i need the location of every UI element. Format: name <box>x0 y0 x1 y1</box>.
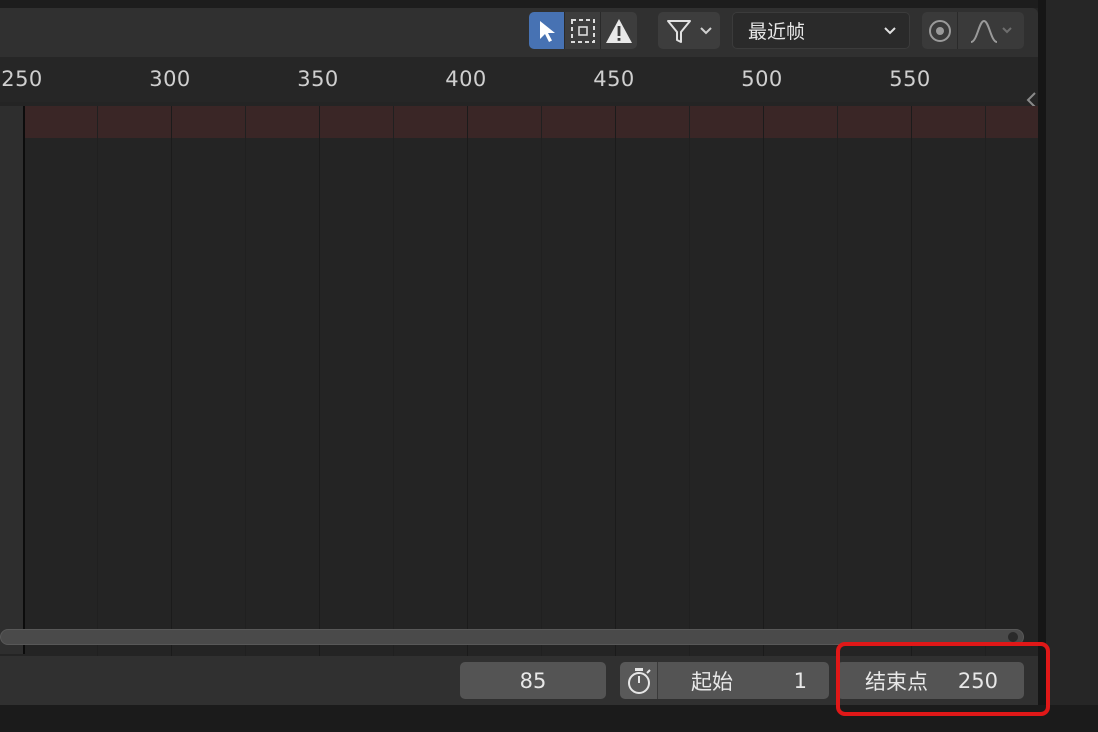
start-frame-value: 1 <box>793 668 807 693</box>
filter-icon <box>667 19 691 43</box>
start-frame-label: 起始 <box>691 669 733 694</box>
grid-line <box>245 106 246 656</box>
scrollbar-handle[interactable] <box>1008 632 1018 642</box>
ruler-tick-label: 500 <box>741 67 783 91</box>
box-select-icon <box>570 18 595 43</box>
chevron-down-icon <box>884 26 896 34</box>
grid-line <box>837 106 838 656</box>
select-arrow-icon <box>539 20 555 42</box>
ruler-tick-label: 300 <box>149 67 191 91</box>
preview-range-toggle[interactable] <box>620 662 657 699</box>
only-show-errors-button[interactable] <box>601 12 637 49</box>
proportional-circle-icon <box>928 19 951 42</box>
grid-line <box>467 106 468 656</box>
grid-line <box>393 106 394 656</box>
ruler-tick-label: 450 <box>593 67 635 91</box>
end-frame-line <box>23 106 25 654</box>
current-frame-field[interactable]: 85 <box>460 662 606 699</box>
proportional-editing-toggle[interactable] <box>922 12 958 49</box>
box-select-button[interactable] <box>565 12 601 49</box>
timeline-grid[interactable] <box>0 106 1038 656</box>
grid-line <box>615 106 616 656</box>
grid-line <box>171 106 172 656</box>
start-frame-field[interactable]: 起始 1 <box>657 662 829 699</box>
grid-line <box>319 106 320 656</box>
ruler-tick-label: 550 <box>889 67 931 91</box>
ruler-tick-label: 250 <box>1 67 43 91</box>
grid-line <box>541 106 542 656</box>
frame-ruler[interactable]: 250 300 350 400 450 500 550 <box>0 57 1038 108</box>
stopwatch-icon <box>627 667 651 694</box>
falloff-dropdown[interactable] <box>958 12 1024 49</box>
snap-mode-value: 最近帧 <box>748 21 806 43</box>
ruler-tick-label: 350 <box>297 67 339 91</box>
area-divider[interactable] <box>1038 0 1046 732</box>
select-tweak-button[interactable] <box>529 12 565 49</box>
grid-line <box>689 106 690 656</box>
chevron-down-icon <box>1002 26 1012 33</box>
current-frame-value: 85 <box>519 668 547 693</box>
chevron-down-icon <box>700 26 712 34</box>
timeline-editor: 最近帧 250 300 350 400 450 500 550 85 起始 1 … <box>0 8 1038 705</box>
grid-line <box>97 106 98 656</box>
falloff-curve-icon <box>970 19 998 43</box>
grid-line <box>763 106 764 656</box>
adjacent-editor-area <box>1046 0 1098 732</box>
grid-line <box>985 106 986 656</box>
filter-dropdown[interactable] <box>658 12 720 49</box>
select-mode-group <box>529 12 637 49</box>
proportional-editing-group <box>922 12 1024 49</box>
warning-icon <box>606 18 632 43</box>
grid-line <box>911 106 912 656</box>
timeline-header: 最近帧 <box>0 8 1038 57</box>
highlight-box <box>836 642 1050 716</box>
snap-mode-select[interactable]: 最近帧 <box>732 12 910 49</box>
ruler-tick-label: 400 <box>445 67 487 91</box>
